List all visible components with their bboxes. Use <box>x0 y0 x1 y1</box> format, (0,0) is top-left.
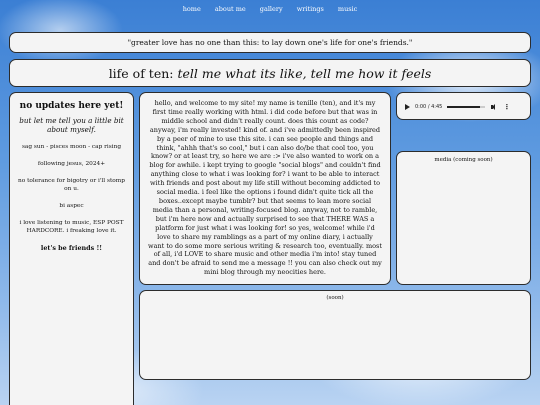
fact-tolerance: no tolerance for bigotry or i'll stomp o… <box>18 178 125 192</box>
intro-text: hello, and welcome to my site! my name i… <box>148 99 382 277</box>
quote-banner: "greater love has no one than this: to l… <box>9 32 531 53</box>
fact-music: i love listening to music, ESP POST HARD… <box>19 220 124 234</box>
audio-progress-fill <box>447 106 480 108</box>
sidebar-subheading: but let me tell you a little bit about m… <box>19 116 124 134</box>
soon-label: (soon) <box>326 295 344 301</box>
audio-time: 0:00 / 4:45 <box>415 104 443 110</box>
fact-astrology: sag sun - pisces moon - cap rising <box>21 144 122 150</box>
audio-player-panel: 0:00 / 4:45 ⋮ <box>396 92 531 120</box>
fact-identity: bi aspec <box>59 203 84 209</box>
nav-home-link[interactable]: home <box>183 5 201 13</box>
fact-faith: following jesus, 2024+ <box>37 161 106 167</box>
nav-music-link[interactable]: music <box>338 5 357 13</box>
more-options-icon[interactable]: ⋮ <box>503 103 510 111</box>
nav-about-link[interactable]: about me <box>215 5 246 13</box>
top-nav: home about me gallery writings music <box>0 5 540 13</box>
media-panel: media (coming soon) <box>396 151 531 285</box>
nav-gallery-link[interactable]: gallery <box>260 5 283 13</box>
title-tagline: tell me what its like, tell me how it fe… <box>177 66 432 81</box>
audio-player: 0:00 / 4:45 ⋮ <box>405 102 523 112</box>
sidebar-heading: no updates here yet! <box>19 101 124 111</box>
about-sidebar: no updates here yet! but let me tell you… <box>9 92 134 405</box>
coming-soon-panel: (soon) <box>139 290 531 380</box>
nav-writings-link[interactable]: writings <box>297 5 324 13</box>
play-icon[interactable] <box>405 104 410 110</box>
audio-progress-bar[interactable] <box>447 106 486 108</box>
title-prefix: life of ten: <box>108 66 178 81</box>
intro-text-box[interactable]: hello, and welcome to my site! my name i… <box>139 92 391 285</box>
page-title: life of ten: tell me what its like, tell… <box>9 59 531 87</box>
volume-icon[interactable] <box>491 104 497 110</box>
media-label: media (coming soon) <box>434 157 493 163</box>
sidebar-closing: let's be friends !! <box>40 244 103 252</box>
